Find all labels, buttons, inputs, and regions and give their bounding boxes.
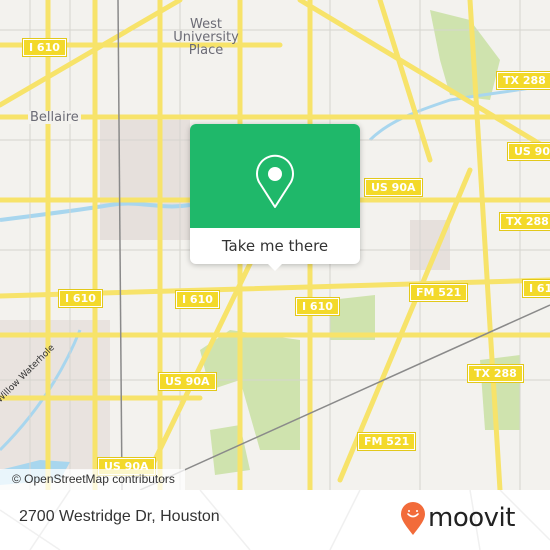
route-shield: FM 521 bbox=[356, 432, 417, 451]
route-shield: I 610 bbox=[58, 289, 103, 308]
destination-popup: Take me there bbox=[190, 124, 360, 271]
popup-pointer bbox=[266, 262, 284, 271]
map-attribution[interactable]: © OpenStreetMap contributors bbox=[0, 469, 185, 490]
route-shield: I 610 bbox=[295, 297, 340, 316]
urban-area bbox=[100, 120, 190, 240]
take-me-there-button[interactable]: Take me there bbox=[190, 228, 360, 264]
place-label-west-university-place: West University Place bbox=[163, 18, 249, 57]
moovit-wordmark: moovit bbox=[428, 503, 515, 533]
moovit-pin-icon bbox=[401, 502, 425, 535]
popup-header bbox=[190, 124, 360, 228]
place-label-text: Bellaire bbox=[30, 110, 79, 125]
route-shield: US 90A bbox=[507, 142, 550, 161]
route-shield: I 610 bbox=[522, 279, 550, 298]
route-shield: US 90A bbox=[364, 178, 423, 197]
route-shield: US 90A bbox=[158, 372, 217, 391]
route-shield: I 610 bbox=[22, 38, 67, 57]
location-pin-icon bbox=[256, 154, 294, 208]
route-shield: TX 288 bbox=[467, 364, 524, 383]
route-shield: TX 288 bbox=[499, 212, 550, 231]
route-shield: TX 288 bbox=[496, 71, 550, 90]
place-label-bellaire: Bellaire bbox=[28, 111, 81, 124]
footer: 2700 Westridge Dr, Houston moovit bbox=[0, 490, 550, 550]
place-label-text: West University Place bbox=[173, 17, 239, 58]
map[interactable]: West University Place Bellaire I 610 TX … bbox=[0, 0, 550, 490]
route-shield: I 610 bbox=[175, 290, 220, 309]
route-shield: FM 521 bbox=[408, 283, 469, 302]
address-text: 2700 Westridge Dr, Houston bbox=[19, 508, 220, 525]
